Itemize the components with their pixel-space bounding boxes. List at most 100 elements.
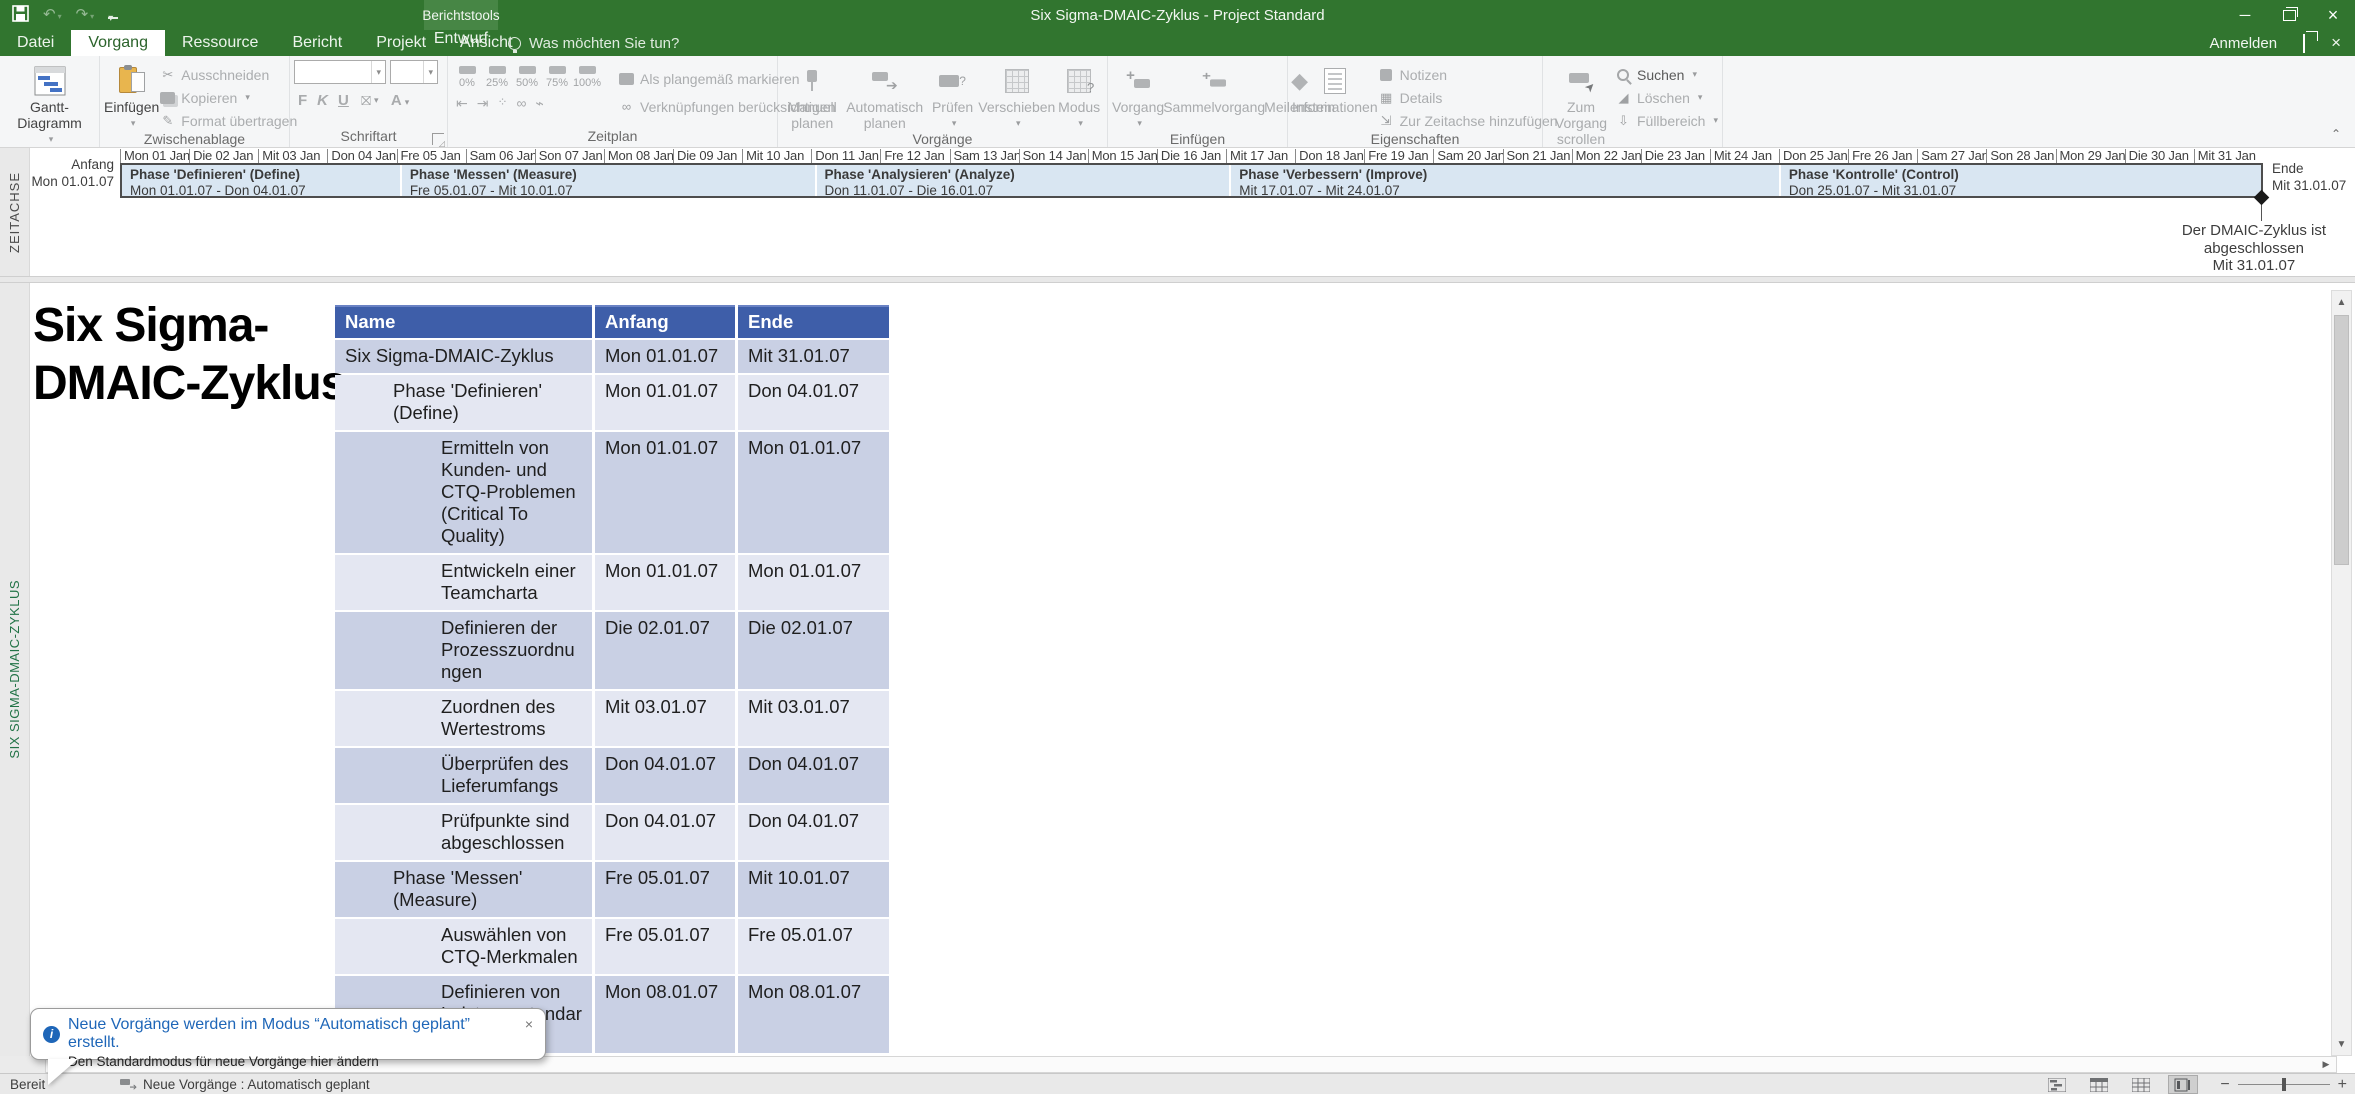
dialog-launcher-icon[interactable] xyxy=(432,133,444,145)
move-task-button[interactable]: Verschieben ▾ xyxy=(978,60,1055,131)
close-icon[interactable]: × xyxy=(523,1016,535,1032)
table-row[interactable]: Überprüfen des LieferumfangsDon 04.01.07… xyxy=(335,748,889,803)
timeline-band[interactable]: Phase 'Definieren' (Define)Mon 01.01.07 … xyxy=(120,163,2263,198)
notification-popup: i Neue Vorgänge werden im Modus “Automat… xyxy=(30,1008,546,1060)
redo-icon[interactable]: ↷▾ xyxy=(76,7,95,24)
tab-datei[interactable]: Datei xyxy=(0,30,71,56)
manual-schedule-button[interactable]: Manuell planen xyxy=(782,60,843,131)
font-name-combo[interactable]: ▾ xyxy=(294,60,386,84)
zoom-thumb[interactable] xyxy=(2282,1078,2286,1091)
column-header-anfang[interactable]: Anfang xyxy=(595,305,735,338)
indent-task-icon[interactable]: ⇥ xyxy=(477,95,489,112)
copy-button[interactable]: Kopieren▾ xyxy=(159,87,297,108)
cell-ende: Mon 08.01.07 xyxy=(738,976,889,1053)
percent-25-button[interactable]: 25% xyxy=(484,62,510,89)
view-report-icon[interactable] xyxy=(2168,1075,2198,1094)
table-row[interactable]: Phase 'Definieren' (Define)Mon 01.01.07D… xyxy=(335,375,889,430)
table-row[interactable]: Six Sigma-DMAIC-ZyklusMon 01.01.07Mit 31… xyxy=(335,340,889,373)
timeline-phase[interactable]: Phase 'Messen' (Measure)Fre 05.01.07 - M… xyxy=(402,165,817,196)
details-button[interactable]: ▦Details xyxy=(1378,87,1558,108)
cut-button[interactable]: ✂Ausschneiden xyxy=(159,64,297,85)
scroll-to-task-button[interactable]: Zum Vorgang scrollen xyxy=(1547,60,1615,147)
information-icon xyxy=(1324,63,1346,99)
percent-0-button[interactable]: 0% xyxy=(454,62,480,89)
split-task-icon[interactable]: ⁘ xyxy=(497,95,507,112)
minimize-icon[interactable]: ─ xyxy=(2223,0,2267,30)
timeline-date-label: Die 02 Jan xyxy=(189,149,258,163)
inspect-button[interactable]: ? Prüfen ▾ xyxy=(927,60,978,131)
zoom-track[interactable] xyxy=(2238,1084,2330,1085)
scroll-up-icon[interactable]: ▲ xyxy=(2332,292,2351,312)
add-to-timeline-button[interactable]: ⇲Zur Zeitachse hinzufügen xyxy=(1378,110,1558,131)
tell-me-search[interactable]: Was möchten Sie tun? xyxy=(508,30,679,56)
timeline-phase[interactable]: Phase 'Verbessern' (Improve)Mit 17.01.07… xyxy=(1231,165,1781,196)
tab-vorgang[interactable]: Vorgang xyxy=(71,30,165,56)
new-tasks-mode-status[interactable]: Neue Vorgänge : Automatisch geplant xyxy=(120,1077,370,1092)
clear-button[interactable]: ◢Löschen▾ xyxy=(1615,87,1718,108)
doc-restore-icon[interactable] xyxy=(2303,35,2305,52)
column-header-name[interactable]: Name xyxy=(335,305,592,338)
table-row[interactable]: Entwickeln einer TeamchartaMon 01.01.07M… xyxy=(335,555,889,610)
close-icon[interactable]: × xyxy=(2311,0,2355,30)
tab-ressource[interactable]: Ressource xyxy=(165,30,275,56)
underline-button[interactable]: U xyxy=(338,92,349,109)
task-mode-button[interactable]: ? Modus ▾ xyxy=(1055,60,1103,131)
view-gantt-icon[interactable] xyxy=(2042,1075,2072,1094)
vertical-scrollbar[interactable]: ▲ ▼ xyxy=(2331,290,2352,1056)
percent-75-button[interactable]: 75% xyxy=(544,62,570,89)
insert-task-button[interactable]: Vorgang ▾ xyxy=(1112,60,1164,131)
font-color-button[interactable]: A▾ xyxy=(391,92,409,109)
view-sheet-icon[interactable] xyxy=(2126,1075,2156,1094)
zoom-out-icon[interactable]: − xyxy=(2220,1076,2229,1094)
report-table[interactable]: Name Anfang Ende Six Sigma-DMAIC-ZyklusM… xyxy=(335,305,889,1053)
vertical-scroll-thumb[interactable] xyxy=(2334,315,2349,565)
percent-50-button[interactable]: 50% xyxy=(514,62,540,89)
timeline-phase[interactable]: Phase 'Analysieren' (Analyze)Don 11.01.0… xyxy=(817,165,1232,196)
collapse-ribbon-icon[interactable]: ⌃ xyxy=(2331,127,2341,141)
table-row[interactable]: Definieren der ProzesszuordnungenDie 02.… xyxy=(335,612,889,689)
bold-button[interactable]: F xyxy=(298,92,307,109)
tab-entwurf[interactable]: Entwurf xyxy=(424,30,498,48)
column-header-ende[interactable]: Ende xyxy=(738,305,889,338)
information-button[interactable]: Informationen xyxy=(1292,60,1378,131)
auto-schedule-button[interactable]: Automatisch planen xyxy=(843,60,927,131)
timeline-phase[interactable]: Phase 'Definieren' (Define)Mon 01.01.07 … xyxy=(122,165,402,196)
insert-summary-button[interactable]: Sammelvorgang xyxy=(1164,60,1264,131)
timeline-phase[interactable]: Phase 'Kontrolle' (Control)Don 25.01.07 … xyxy=(1781,165,2263,196)
table-row[interactable]: Phase 'Messen' (Measure)Fre 05.01.07Mit … xyxy=(335,862,889,917)
table-row[interactable]: Zuordnen des WertestromsMit 03.01.07Mit … xyxy=(335,691,889,746)
view-usage-icon[interactable] xyxy=(2084,1075,2114,1094)
pane-splitter[interactable] xyxy=(0,276,2355,283)
scroll-right-icon[interactable]: ▶ xyxy=(2317,1057,2335,1072)
notification-action-link[interactable]: Den Standardmodus für neue Vorgänge hier… xyxy=(68,1054,535,1069)
table-row[interactable]: Auswählen von CTQ-MerkmalenFre 05.01.07F… xyxy=(335,919,889,974)
italic-button[interactable]: K xyxy=(317,92,328,109)
signin-link[interactable]: Anmelden xyxy=(2210,35,2278,52)
tab-bericht[interactable]: Bericht xyxy=(275,30,359,56)
notes-button[interactable]: Notizen xyxy=(1378,64,1558,85)
doc-close-icon[interactable]: × xyxy=(2331,33,2341,53)
unlink-tasks-icon[interactable]: ⌁ xyxy=(536,95,544,112)
cell-anfang: Mit 03.01.07 xyxy=(595,691,735,746)
zoom-in-icon[interactable]: + xyxy=(2338,1076,2347,1094)
milestone-callout[interactable]: Der DMAIC-Zyklus ist abgeschlossen Mit 3… xyxy=(2182,222,2326,275)
link-tasks-icon[interactable]: ∞ xyxy=(517,95,527,112)
restore-icon[interactable] xyxy=(2267,0,2311,30)
save-icon[interactable] xyxy=(12,5,29,25)
find-button[interactable]: Suchen▾ xyxy=(1615,64,1718,85)
font-size-combo[interactable]: ▾ xyxy=(390,60,438,84)
undo-icon[interactable]: ↶▾ xyxy=(43,7,62,24)
outdent-task-icon[interactable]: ⇤ xyxy=(456,95,468,112)
table-row[interactable]: Prüfpunkte sind abgeschlossenDon 04.01.0… xyxy=(335,805,889,860)
scroll-down-icon[interactable]: ▼ xyxy=(2332,1034,2351,1054)
paste-button[interactable]: Einfügen ▾ xyxy=(104,60,159,131)
gantt-chart-button[interactable]: Gantt-Diagramm ▾ xyxy=(8,60,92,147)
report-pane-tab[interactable]: SIX SIGMA-DMAIC-ZYKLUS xyxy=(0,283,30,1056)
format-painter-button[interactable]: ✎Format übertragen xyxy=(159,110,297,131)
fill-color-icon[interactable]: ⛝▾ xyxy=(359,92,381,109)
group-ansicht: Gantt-Diagramm ▾ Ansicht xyxy=(0,56,100,147)
percent-100-button[interactable]: 100% xyxy=(574,62,600,89)
fill-button[interactable]: ⇩Füllbereich▾ xyxy=(1615,110,1718,131)
customize-qat-icon[interactable]: ▾ xyxy=(108,11,118,19)
table-row[interactable]: Ermitteln von Kunden- und CTQ-Problemen … xyxy=(335,432,889,553)
